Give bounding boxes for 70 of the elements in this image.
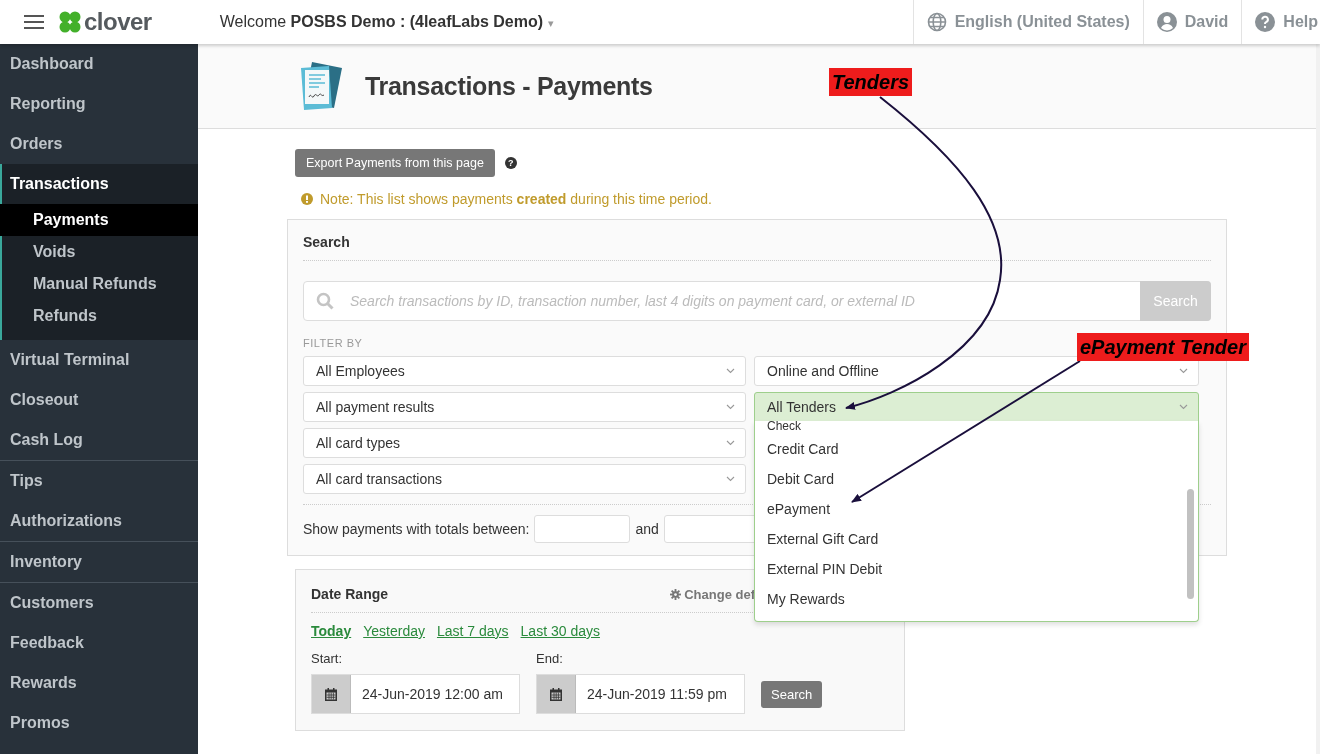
chevron-icon (726, 404, 735, 410)
scrollbar-thumb[interactable] (1187, 489, 1194, 599)
min-amount-field[interactable] (534, 515, 631, 543)
dropdown-option[interactable]: Check (755, 421, 1198, 434)
date-preset-link[interactable]: Last 7 days (436, 623, 509, 639)
note-text: Note: This list shows payments created during this time period. (320, 191, 712, 207)
start-label: Start: (311, 651, 344, 666)
totals-label: Show payments with totals between: (303, 521, 530, 537)
sidebar-item[interactable]: Transactions (0, 164, 198, 204)
dropdown-option[interactable]: External PIN Debit (755, 554, 1198, 584)
panel-title: Search (303, 234, 351, 250)
sidebar-subitem[interactable]: Manual Refunds (0, 268, 198, 300)
dropdown-option[interactable]: ePayment (755, 494, 1198, 524)
filter-select[interactable]: All Employees (303, 356, 746, 386)
date-preset-link[interactable]: Today (311, 623, 352, 639)
sidebar-item[interactable]: Tips (0, 461, 198, 501)
chevron-icon (726, 476, 735, 482)
chevron-icon (726, 440, 735, 446)
search-button[interactable]: Search (761, 681, 823, 708)
date-preset-link[interactable]: Last 30 days (520, 623, 600, 639)
sidebar-subitem[interactable]: Voids (0, 236, 198, 268)
sidebar-item[interactable]: Authorizations (0, 501, 198, 541)
globe-icon (926, 12, 947, 32)
sidebar-item[interactable]: Rewards (0, 663, 198, 703)
sidebar-item[interactable]: Feedback (0, 623, 198, 663)
user-icon (1156, 12, 1177, 32)
dropdown-option[interactable]: My Rewards (755, 584, 1198, 614)
sidebar-item[interactable]: Reporting (0, 84, 198, 124)
change-default-link[interactable]: Change def (670, 586, 755, 602)
sidebar-item[interactable]: Customers (0, 583, 198, 623)
dropdown-option[interactable]: Debit Card (755, 464, 1198, 494)
end-label: End: (536, 651, 564, 666)
sidebar-item[interactable]: Inventory (0, 542, 198, 582)
sidebar-item[interactable]: Dashboard (0, 44, 198, 84)
gear-icon (670, 588, 682, 600)
chevron-icon (726, 368, 735, 374)
start-date-field[interactable]: 24-Jun-2019 12:00 am (311, 674, 520, 714)
dropdown-option[interactable]: Credit Card (755, 434, 1198, 464)
export-button[interactable]: Export Payments from this page (295, 149, 495, 177)
chevron-icon (1179, 404, 1188, 410)
panel-title: Date Range (311, 586, 389, 602)
and-label: and (635, 521, 659, 537)
search-icon (316, 292, 334, 310)
merchant-selector[interactable]: Welcome POSBS Demo : (4leafLabs Demo) ▾ (219, 13, 554, 31)
chevron-icon (1179, 368, 1188, 374)
annotation-label: ePayment Tender (1077, 333, 1249, 361)
end-date-field[interactable]: 24-Jun-2019 11:59 pm (536, 674, 745, 714)
sidebar-subitem[interactable]: Payments (0, 204, 198, 236)
menu-icon[interactable] (24, 15, 44, 29)
clover-leaf-icon (58, 10, 82, 34)
calendar-icon (550, 687, 562, 701)
help-icon (1255, 12, 1276, 32)
sidebar-item[interactable]: Virtual Terminal (0, 340, 198, 380)
page-title: Transactions - Payments (365, 71, 653, 101)
sidebar-item[interactable]: Closeout (0, 380, 198, 420)
dropdown-option[interactable]: External Gift Card (755, 524, 1198, 554)
info-icon (301, 193, 313, 205)
sidebar-item[interactable]: Promos (0, 703, 198, 743)
help-mark[interactable]: ? (504, 157, 517, 169)
filter-select[interactable]: All card transactions (303, 464, 746, 494)
filter-select[interactable]: All card types (303, 428, 746, 458)
filter-select[interactable]: All payment results (303, 392, 746, 422)
annotation-label: Tenders (829, 68, 913, 96)
sidebar-item[interactable]: Cash Log (0, 420, 198, 460)
date-preset-link[interactable]: Yesterday (363, 623, 425, 639)
logo-text: clover (84, 8, 152, 36)
sidebar-item[interactable]: Orders (0, 124, 198, 164)
calendar-icon (325, 687, 337, 701)
receipt-icon (298, 60, 344, 112)
sidebar-subitem[interactable]: Refunds (0, 300, 198, 332)
